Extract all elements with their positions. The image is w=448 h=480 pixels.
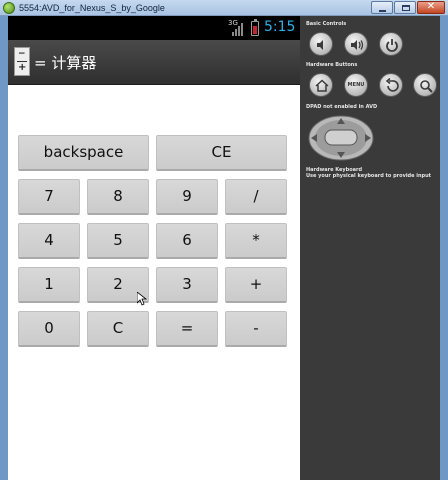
minus-button[interactable]: -	[225, 311, 287, 347]
digit-3-button[interactable]: 3	[156, 267, 218, 303]
multiply-button[interactable]: *	[225, 223, 287, 259]
window-border-left	[0, 16, 8, 480]
backspace-button[interactable]: backspace	[18, 135, 149, 171]
volume-down-icon	[317, 40, 323, 50]
digit-6-button[interactable]: 6	[156, 223, 218, 259]
digit-1-button[interactable]: 1	[18, 267, 80, 303]
home-button[interactable]	[309, 73, 333, 97]
window-title: 5554:AVD_for_Nexus_S_by_Google	[19, 3, 165, 13]
search-icon	[420, 80, 433, 93]
volume-down-button[interactable]	[309, 32, 333, 56]
volume-up-icon	[351, 40, 364, 50]
power-icon	[386, 39, 398, 52]
digit-5-button[interactable]: 5	[87, 223, 149, 259]
status-bar: 3G 5:15	[8, 16, 300, 40]
clear-button[interactable]: C	[87, 311, 149, 347]
minimize-icon	[379, 10, 386, 12]
window-controls: ✕	[370, 1, 445, 14]
digit-7-button[interactable]: 7	[18, 179, 80, 215]
dpad-icon	[308, 115, 374, 161]
window-border-right	[440, 16, 448, 480]
back-icon	[385, 78, 399, 92]
basic-controls-label: Basic Controls	[306, 21, 347, 27]
app-title: = 计算器	[34, 54, 97, 72]
hardware-buttons-label: Hardware Buttons	[306, 62, 358, 68]
close-button[interactable]: ✕	[417, 1, 445, 14]
digit-4-button[interactable]: 4	[18, 223, 80, 259]
digit-8-button[interactable]: 8	[87, 179, 149, 215]
maximize-icon	[402, 5, 410, 11]
back-button[interactable]	[379, 73, 403, 97]
power-button[interactable]	[379, 32, 403, 56]
home-icon	[315, 79, 329, 92]
dpad-label: DPAD not enabled in AVD	[306, 104, 378, 110]
volume-up-button[interactable]	[344, 32, 368, 56]
emulator-control-panel: Basic Controls Hardware Buttons MENU DPA…	[300, 16, 440, 480]
clear-entry-button[interactable]: CE	[156, 135, 287, 171]
android-app-icon	[3, 2, 15, 14]
hardware-keyboard-hint: Use your physical keyboard to provide in…	[306, 173, 432, 179]
equals-button[interactable]: =	[156, 311, 218, 347]
calculator-icon: − +	[14, 47, 30, 76]
divide-button[interactable]: /	[225, 179, 287, 215]
signal-icon	[232, 22, 244, 36]
digit-9-button[interactable]: 9	[156, 179, 218, 215]
window-titlebar: 5554:AVD_for_Nexus_S_by_Google ✕	[0, 0, 448, 16]
digit-0-button[interactable]: 0	[18, 311, 80, 347]
device-screen: 3G 5:15 − + = 计算器 backspace CE 7 8 9 / 4…	[8, 16, 300, 480]
search-button[interactable]	[413, 73, 437, 97]
maximize-button[interactable]	[394, 1, 416, 14]
clock: 5:15	[264, 19, 296, 35]
menu-button-label: MENU	[347, 82, 365, 88]
menu-button[interactable]: MENU	[344, 73, 368, 97]
battery-icon	[251, 19, 259, 36]
minimize-button[interactable]	[371, 1, 393, 14]
close-icon: ✕	[426, 1, 436, 12]
calculator-icon-top: −	[18, 49, 26, 59]
app-titlebar: − + = 计算器	[8, 40, 300, 85]
mouse-cursor-icon	[137, 292, 147, 306]
plus-button[interactable]: +	[225, 267, 287, 303]
calculator-icon-bottom: +	[18, 62, 27, 73]
